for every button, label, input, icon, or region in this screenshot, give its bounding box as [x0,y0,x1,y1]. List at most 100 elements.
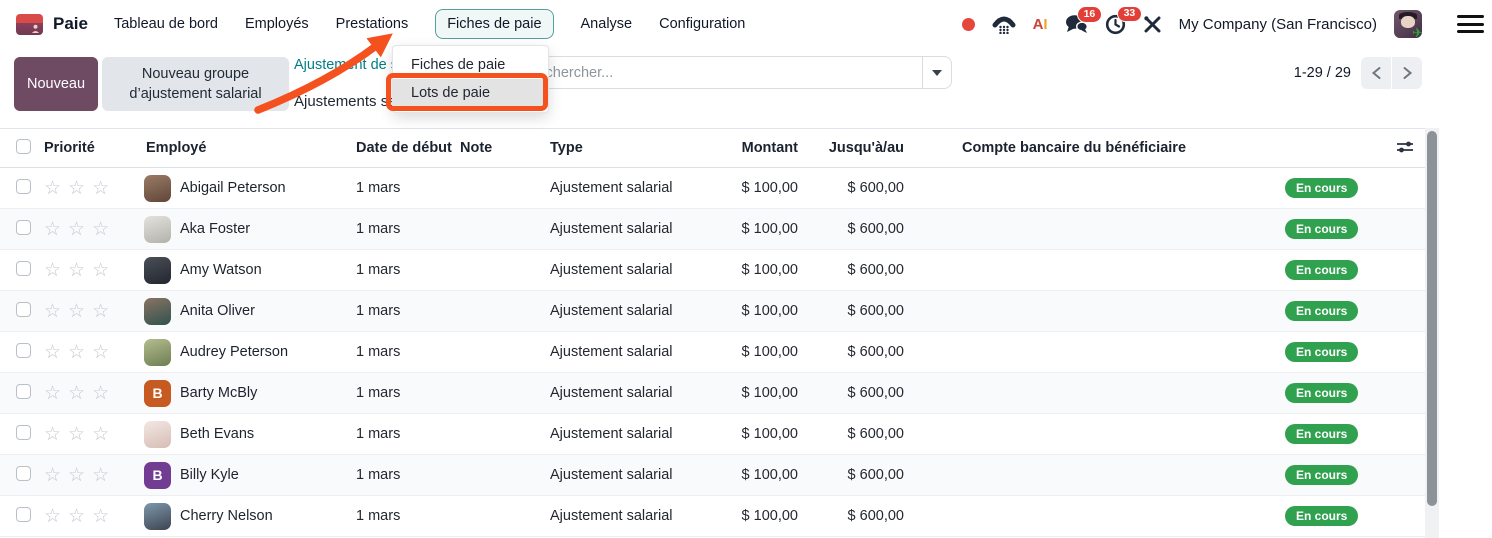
tools-icon[interactable] [1143,15,1162,34]
pager-next-button[interactable] [1392,57,1422,89]
nav-item-tableau-de-bord[interactable]: Tableau de bord [114,16,218,32]
row-checkbox[interactable] [16,466,31,481]
sliders-icon [1396,140,1414,154]
table-row[interactable]: ☆☆☆Amy Watson1 marsAjustement salarial$ … [0,250,1425,291]
phone-icon[interactable] [992,15,1016,34]
row-checkbox[interactable] [16,261,31,276]
ai-icon[interactable]: AI [1033,16,1048,33]
employee-avatar [144,298,171,325]
employee-name: Aka Foster [180,221,250,237]
optional-columns-button[interactable] [1392,136,1418,161]
type: Ajustement salarial [550,303,690,319]
employee-avatar [144,503,171,530]
amount: $ 100,00 [690,303,802,319]
type: Ajustement salarial [550,385,690,401]
start-date: 1 mars [356,426,460,442]
scrollbar-thumb[interactable] [1427,131,1437,506]
header-until[interactable]: Jusqu'à/au [802,140,914,156]
row-checkbox[interactable] [16,507,31,522]
amount: $ 100,00 [690,385,802,401]
app-name: Paie [53,14,88,34]
company-switcher[interactable]: My Company (San Francisco) [1179,16,1377,33]
type: Ajustement salarial [550,262,690,278]
status-badge: En cours [1285,219,1358,239]
row-checkbox[interactable] [16,425,31,440]
row-checkbox[interactable] [16,302,31,317]
nav-item-configuration[interactable]: Configuration [659,16,745,32]
until: $ 600,00 [802,262,914,278]
activity-clock-icon[interactable]: 33 [1105,14,1126,35]
type: Ajustement salarial [550,426,690,442]
status-badge: En cours [1285,465,1358,485]
payslips-menu-dropdown: Fiches de paieLots de paie [392,45,549,113]
until: $ 600,00 [802,467,914,483]
amount: $ 100,00 [690,508,802,524]
header-note[interactable]: Note [460,140,550,156]
table-row[interactable]: ☆☆☆Abigail Peterson1 marsAjustement sala… [0,168,1425,209]
start-date: 1 mars [356,467,460,483]
type: Ajustement salarial [550,180,690,196]
employee-avatar [144,257,171,284]
table-row[interactable]: ☆☆☆Cherry Nelson1 marsAjustement salaria… [0,496,1425,537]
row-checkbox[interactable] [16,179,31,194]
amount: $ 100,00 [690,262,802,278]
table-row[interactable]: ☆☆☆Aka Foster1 marsAjustement salarial$ … [0,209,1425,250]
priority-stars[interactable]: ☆☆☆ [44,464,116,486]
row-checkbox[interactable] [16,220,31,235]
header-amount[interactable]: Montant [690,140,802,156]
nav-item-prestations[interactable]: Prestations [336,16,409,32]
plane-icon: ✈ [1412,26,1422,38]
menu-item-lots-de-paie[interactable]: Lots de paie [393,79,548,107]
chat-badge: 16 [1077,6,1103,23]
type: Ajustement salarial [550,344,690,360]
priority-stars[interactable]: ☆☆☆ [44,505,116,527]
type: Ajustement salarial [550,221,690,237]
select-all-checkbox[interactable] [16,139,31,154]
amount: $ 100,00 [690,467,802,483]
priority-stars[interactable]: ☆☆☆ [44,300,116,322]
status-badge: En cours [1285,301,1358,321]
user-avatar[interactable]: ✈ [1394,10,1422,38]
nav-item-analyse[interactable]: Analyse [581,16,633,32]
row-checkbox[interactable] [16,384,31,399]
nav-item-fiches-de-paie[interactable]: Fiches de paie [435,9,553,39]
pager: 1-29 / 29 [1294,57,1422,89]
header-priority[interactable]: Priorité [44,140,144,156]
status-badge: En cours [1285,342,1358,362]
table-row[interactable]: ☆☆☆Anita Oliver1 marsAjustement salarial… [0,291,1425,332]
priority-stars[interactable]: ☆☆☆ [44,218,116,240]
table-row[interactable]: ☆☆☆BBilly Kyle1 marsAjustement salarial$… [0,455,1425,496]
header-employee[interactable]: Employé [144,140,356,156]
new-salary-adjustment-group-button[interactable]: Nouveau groupe d’ajustement salarial [102,57,289,111]
chat-icon[interactable]: 16 [1065,14,1088,34]
new-button[interactable]: Nouveau [14,57,98,111]
status-badge: En cours [1285,506,1358,526]
priority-stars[interactable]: ☆☆☆ [44,423,116,445]
nav-item-employ-s[interactable]: Employés [245,16,309,32]
table-row[interactable]: ☆☆☆Beth Evans1 marsAjustement salarial$ … [0,414,1425,455]
until: $ 600,00 [802,180,914,196]
priority-stars[interactable]: ☆☆☆ [44,382,116,404]
hamburger-menu-icon[interactable] [1457,15,1484,38]
table-header-row: Priorité Employé Date de début Note Type… [0,128,1425,168]
header-beneficiary-account[interactable]: Compte bancaire du bénéficiaire [914,140,1270,156]
employee-name: Cherry Nelson [180,508,273,524]
amount: $ 100,00 [690,426,802,442]
employee-avatar: B [144,380,171,407]
pager-previous-button[interactable] [1361,57,1391,89]
priority-stars[interactable]: ☆☆☆ [44,341,116,363]
table-row[interactable]: ☆☆☆Audrey Peterson1 marsAjustement salar… [0,332,1425,373]
amount: $ 100,00 [690,180,802,196]
app-brand[interactable]: Paie [16,14,88,35]
status-badge: En cours [1285,383,1358,403]
priority-stars[interactable]: ☆☆☆ [44,177,116,199]
table-row[interactable]: ☆☆☆BBarty McBly1 marsAjustement salarial… [0,373,1425,414]
employee-name: Audrey Peterson [180,344,288,360]
priority-stars[interactable]: ☆☆☆ [44,259,116,281]
header-type[interactable]: Type [550,140,690,156]
menu-item-fiches-de-paie[interactable]: Fiches de paie [393,51,548,79]
employee-name: Abigail Peterson [180,180,286,196]
header-start-date[interactable]: Date de début [356,140,460,156]
row-checkbox[interactable] [16,343,31,358]
search-dropdown-toggle[interactable] [922,57,951,88]
